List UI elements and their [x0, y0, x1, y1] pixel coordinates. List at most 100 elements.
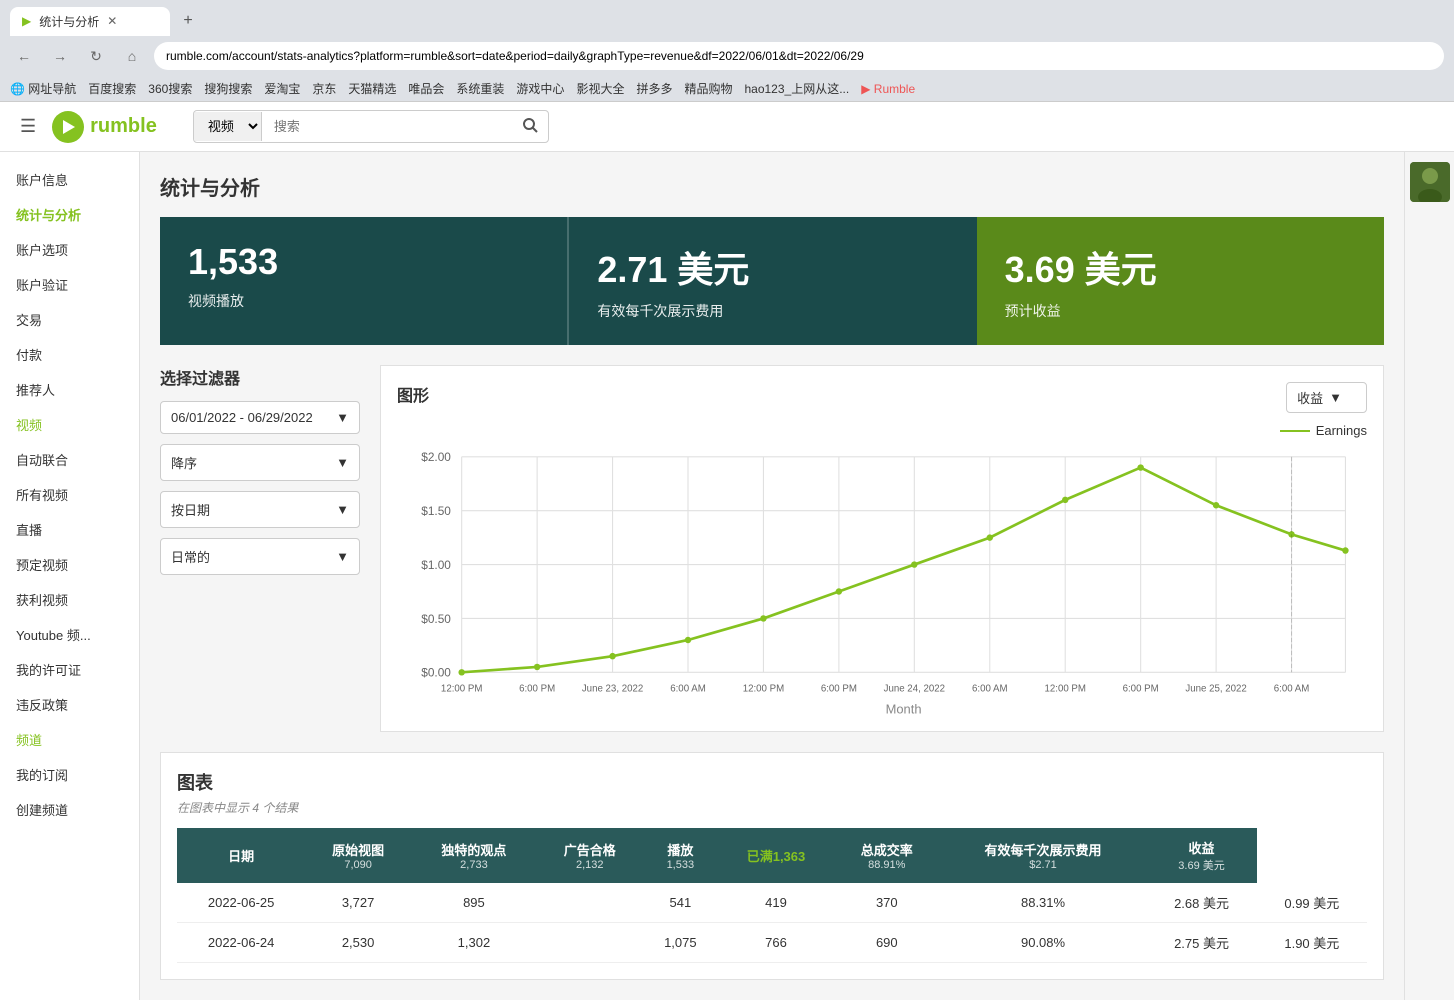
cell-ctr-1: 90.08%	[940, 923, 1147, 963]
cell-raw-views-1: 2,530	[305, 923, 411, 963]
search-type-select[interactable]: 视频	[194, 112, 262, 141]
cell-date-0: 2022-06-25	[177, 883, 305, 923]
sidebar-item-stats[interactable]: 统计与分析	[0, 197, 139, 232]
cell-plays-0: 541	[643, 883, 718, 923]
new-tab-button[interactable]: +	[174, 7, 202, 35]
cell-ad-eligible-0	[537, 883, 643, 923]
svg-text:$1.00: $1.00	[421, 558, 451, 572]
sidebar-item-all-videos[interactable]: 所有视频	[0, 477, 139, 512]
chart-dropdown-chevron: ▼	[1329, 390, 1342, 405]
svg-text:12:00 PM: 12:00 PM	[441, 684, 482, 695]
earnings-chart: $2.00 $1.50 $1.00 $0.50 $0.00	[397, 446, 1367, 715]
cell-earnings-0: 0.99 美元	[1257, 883, 1367, 923]
svg-text:6:00 AM: 6:00 AM	[972, 684, 1008, 695]
sidebar-item-live[interactable]: 直播	[0, 512, 139, 547]
sidebar-item-transactions[interactable]: 交易	[0, 302, 139, 337]
bookmark-游戏中心[interactable]: 游戏中心	[516, 80, 564, 97]
stat-card-earnings: 3.69 美元 预计收益	[977, 217, 1384, 345]
sidebar-item-monetized[interactable]: 获利视频	[0, 582, 139, 617]
tab-title: 统计与分析	[39, 13, 99, 30]
svg-text:June 25, 2022: June 25, 2022	[1185, 684, 1246, 695]
main-content: 统计与分析 1,533 视频播放 2.71 美元 有效每千次展示费用 3.69 …	[140, 152, 1404, 1000]
search-button[interactable]	[512, 111, 548, 142]
cell-date-1: 2022-06-24	[177, 923, 305, 963]
frequency-filter[interactable]: 日常的 ▼	[160, 538, 360, 575]
bookmark-爱淘宝[interactable]: 爱淘宝	[264, 80, 300, 97]
stats-row: 1,533 视频播放 2.71 美元 有效每千次展示费用 3.69 美元 预计收…	[160, 217, 1384, 345]
bookmark-搜狗搜索[interactable]: 搜狗搜索	[204, 80, 252, 97]
sidebar-item-videos[interactable]: 视频	[0, 407, 139, 442]
avatar[interactable]	[1410, 162, 1450, 202]
rumble-logo[interactable]: rumble	[52, 111, 157, 143]
table-row: 2022-06-25 3,727 895 541 419 370 88.31% …	[177, 883, 1367, 923]
col-header-date: 日期	[177, 828, 305, 883]
sidebar-item-policy[interactable]: 违反政策	[0, 687, 139, 722]
tab-close-button[interactable]: ✕	[107, 14, 117, 28]
sort-chevron: ▼	[336, 455, 349, 470]
col-header-ad-eligible: 广告合格 2,132	[537, 828, 643, 883]
search-input[interactable]	[262, 113, 512, 140]
sidebar-item-referrals[interactable]: 推荐人	[0, 372, 139, 407]
sidebar-item-licenses[interactable]: 我的许可证	[0, 652, 139, 687]
bookmark-精品购物[interactable]: 精品购物	[684, 80, 732, 97]
earnings-line	[462, 468, 1346, 673]
logo-icon	[52, 111, 84, 143]
period-chevron: ▼	[336, 502, 349, 517]
bookmark-rumble[interactable]: ▶ Rumble	[861, 82, 915, 96]
bookmark-唯品会[interactable]: 唯品会	[408, 80, 444, 97]
sidebar-item-auto-syndication[interactable]: 自动联合	[0, 442, 139, 477]
cell-ctr-0: 88.31%	[940, 883, 1147, 923]
svg-text:June 23, 2022: June 23, 2022	[582, 684, 643, 695]
date-range-filter[interactable]: 06/01/2022 - 06/29/2022 ▼	[160, 401, 360, 434]
stat-label-rpm: 有效每千次展示费用	[597, 301, 948, 321]
chart-legend: Earnings	[397, 423, 1367, 438]
sidebar-item-verification[interactable]: 账户验证	[0, 267, 139, 302]
table-subtitle: 在图表中显示 4 个结果	[177, 799, 1367, 816]
cell-total-1: 690	[834, 923, 940, 963]
menu-hamburger[interactable]: ☰	[20, 116, 36, 137]
sidebar-item-scheduled[interactable]: 预定视频	[0, 547, 139, 582]
active-tab[interactable]: ▶ 统计与分析 ✕	[10, 7, 170, 36]
sidebar-item-account-info[interactable]: 账户信息	[0, 162, 139, 197]
reload-button[interactable]: ↻	[82, 42, 110, 70]
bookmark-hao123[interactable]: hao123_上网从这...	[744, 80, 849, 97]
chart-title: 图形	[397, 382, 429, 406]
col-header-unique: 独特的观点 2,733	[411, 828, 537, 883]
sidebar-item-create-channel[interactable]: 创建频道	[0, 792, 139, 827]
cell-rpm-1: 2.75 美元	[1146, 923, 1256, 963]
svg-text:12:00 PM: 12:00 PM	[743, 684, 784, 695]
svg-text:$2.00: $2.00	[421, 450, 451, 464]
sidebar-item-account-options[interactable]: 账户选项	[0, 232, 139, 267]
home-button[interactable]: ⌂	[118, 42, 146, 70]
svg-text:$0.50: $0.50	[421, 612, 451, 626]
bookmark-京东[interactable]: 京东	[312, 80, 336, 97]
sort-filter[interactable]: 降序 ▼	[160, 444, 360, 481]
sort-value: 降序	[171, 453, 197, 472]
chart-type-dropdown[interactable]: 收益 ▼	[1286, 382, 1367, 413]
search-icon	[522, 117, 538, 133]
cell-total-0: 370	[834, 883, 940, 923]
svg-text:Month: Month	[886, 701, 922, 715]
sidebar-item-channel[interactable]: 频道	[0, 722, 139, 757]
period-filter[interactable]: 按日期 ▼	[160, 491, 360, 528]
bookmark-拼多多[interactable]: 拼多多	[636, 80, 672, 97]
chart-dropdown-label: 收益	[1297, 388, 1323, 407]
avatar-image	[1410, 162, 1450, 202]
svg-text:6:00 PM: 6:00 PM	[821, 684, 857, 695]
bookmark-百度搜索[interactable]: 百度搜索	[88, 80, 136, 97]
bookmark-影视大全[interactable]: 影视大全	[576, 80, 624, 97]
bookmark-天猫精选[interactable]: 天猫精选	[348, 80, 396, 97]
data-table: 日期 原始视图 7,090 独特的观点 2,733 广告合格 2,132	[177, 828, 1367, 963]
svg-text:6:00 PM: 6:00 PM	[1123, 684, 1159, 695]
url-input[interactable]	[154, 42, 1444, 70]
forward-button[interactable]: →	[46, 42, 74, 70]
back-button[interactable]: ←	[10, 42, 38, 70]
bookmark-360搜索[interactable]: 360搜索	[148, 80, 192, 97]
bookmark-系统重装[interactable]: 系统重装	[456, 80, 504, 97]
sidebar-item-subscriptions[interactable]: 我的订阅	[0, 757, 139, 792]
cell-full-0: 419	[718, 883, 834, 923]
sidebar-item-payments[interactable]: 付款	[0, 337, 139, 372]
bookmark-网址导航[interactable]: 🌐 网址导航	[10, 80, 76, 97]
sidebar-item-youtube[interactable]: Youtube 频...	[0, 617, 139, 652]
date-range-value: 06/01/2022 - 06/29/2022	[171, 410, 313, 425]
